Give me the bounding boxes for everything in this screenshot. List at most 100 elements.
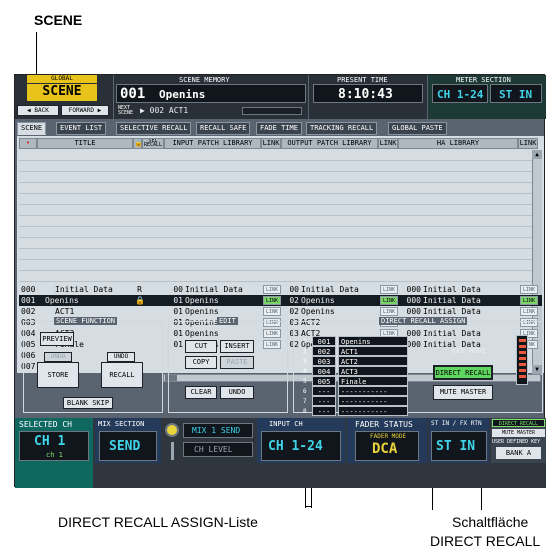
assign-scene-number[interactable]: 001 <box>312 336 336 346</box>
scene-row[interactable]: 000 Initial Data R 00 Initial Data 00 Initial … <box>19 284 542 295</box>
col-input-link-header: LINK <box>261 138 281 149</box>
mix-section-box: MIX SECTION SEND <box>95 418 161 463</box>
scene-memory-label: SCENE MEMORY <box>179 76 230 84</box>
direct-recall-assign-entry[interactable]: 8 --- ----------- <box>303 406 423 417</box>
meter-st-button[interactable]: ST IN <box>490 84 542 103</box>
scene-row[interactable]: 001 Openins 🔒 01 Openins 02 Openins 000 Initial … <box>19 295 542 306</box>
mix-section-display[interactable]: SEND <box>99 431 157 461</box>
scene-row-ha-link[interactable]: LINK <box>520 307 538 316</box>
scene-row[interactable]: 002 ACT1 01 Openins 02 Openins 000 Initial Data… <box>19 306 542 317</box>
scene-row-ha-link[interactable]: LINK <box>520 285 538 294</box>
mix-send-knob-icon[interactable] <box>165 423 179 437</box>
bottom-status-bar: SELECTED CH CH 1 ch 1 MIX SECTION SEND M… <box>15 418 546 488</box>
scroll-up-arrow[interactable]: ▲ <box>532 150 542 159</box>
recall-button[interactable]: RECALL <box>101 362 143 388</box>
col-protect-header: 🔒 <box>133 138 142 149</box>
tab-recall-safe[interactable]: RECALL SAFE <box>196 122 251 135</box>
assign-scene-number[interactable]: --- <box>312 386 336 396</box>
assign-scene-name: ----------- <box>338 386 408 396</box>
fader-mode-display[interactable]: FADER MODE DCA <box>355 431 419 461</box>
undo-store-button[interactable]: UNDO <box>44 352 72 362</box>
clear-button[interactable]: CLEAR <box>185 386 217 399</box>
col-title-header: TITLE <box>37 138 133 149</box>
store-button[interactable]: STORE <box>37 362 79 388</box>
scene-row-protect <box>135 306 144 317</box>
col-output-patch-header: OUTPUT PATCH LIBRARY <box>281 138 378 149</box>
user-key-2[interactable]: MUTE MASTER <box>492 429 545 437</box>
scene-row-input-link[interactable]: LINK <box>263 296 281 305</box>
mute-master-button[interactable]: MUTE MASTER <box>433 385 493 400</box>
scene-row-input-link[interactable]: LINK <box>263 307 281 316</box>
assign-scene-number[interactable]: --- <box>312 406 336 416</box>
mix-section-label: MIX SECTION <box>98 420 145 428</box>
blank-skip-button[interactable]: BLANK SKIP <box>63 397 113 409</box>
direct-recall-button[interactable]: DIRECT RECALL <box>433 365 493 380</box>
scene-row-input-patch-name: Openins <box>185 307 219 316</box>
assign-scene-number[interactable]: --- <box>312 396 336 406</box>
scene-row-ha-link[interactable]: LINK <box>520 296 538 305</box>
present-time-label: PRESENT TIME <box>337 76 388 84</box>
undo-recall-button[interactable]: UNDO <box>107 352 135 362</box>
back-button[interactable]: ◀ BACK <box>17 105 59 116</box>
global-label: GLOBAL <box>27 75 97 83</box>
tab-tracking-recall[interactable]: TRACKING RECALL <box>306 122 378 135</box>
selected-ch-display[interactable]: CH 1 ch 1 <box>19 431 89 461</box>
st-fx-display[interactable]: ST IN <box>431 431 487 461</box>
assign-scene-name: Finale <box>338 376 408 386</box>
fader-mode-label: FADER MODE <box>370 433 407 440</box>
st-fx: ST IN <box>436 439 476 454</box>
annotation-dra-button-2: DIRECT RECALL <box>430 533 541 549</box>
assign-scene-number[interactable]: 005 <box>312 376 336 386</box>
scene-row-output-link[interactable]: LINK <box>380 296 398 305</box>
tab-scene[interactable]: SCENE <box>17 122 47 135</box>
scene-row-output-patch-number: 00 <box>289 285 299 294</box>
scene-memory-display: 001 Openins <box>116 84 306 103</box>
scene-row-ha-name: Initial Data <box>423 285 481 294</box>
next-scene-progress <box>242 107 302 115</box>
direct-recall-assign-list: 1 001 Openins 2 002 ACT1 3 003 ACT2 4 004 ACT3 5 005 F… <box>293 326 433 417</box>
undo-button[interactable]: UNDO <box>220 386 254 399</box>
tab-selective-recall[interactable]: SELECTIVE RECALL <box>116 122 192 135</box>
assign-scene-number[interactable]: 003 <box>312 356 336 366</box>
user-key-1[interactable]: DIRECT RECALL <box>492 419 545 427</box>
scene-row-output-patch-number: 02 <box>289 307 299 316</box>
fader-icon <box>171 442 174 460</box>
forward-button[interactable]: FORWARD ▶ <box>61 105 109 116</box>
paste-button[interactable]: PASTE <box>220 356 254 369</box>
assign-scene-number[interactable]: 002 <box>312 346 336 356</box>
key-mode-label: KEY MODE <box>452 347 486 355</box>
scene-row-output-patch-name: Openins <box>301 296 335 305</box>
fader-status-label: FADER STATUS <box>355 420 413 429</box>
selected-ch-box: SELECTED CH CH 1 ch 1 <box>15 418 93 488</box>
scene-row-output-link[interactable]: LINK <box>380 307 398 316</box>
st-fx-box: ST IN / FX RTN ST IN <box>429 418 489 463</box>
scene-row-title: Initial Data <box>55 285 113 294</box>
cut-button[interactable]: CUT <box>185 340 217 353</box>
scene-row-protect: R <box>137 285 142 294</box>
scene-row-input-link[interactable]: LINK <box>263 285 281 294</box>
ch-level-display: CH LEVEL <box>183 442 253 457</box>
scene-row-protect: 🔒 <box>135 296 144 305</box>
meter-ch-button[interactable]: CH 1-24 <box>432 84 488 103</box>
col-input-patch-header: INPUT PATCH LIBRARY <box>164 138 261 149</box>
selected-ch-sub: ch 1 <box>46 451 63 459</box>
next-scene: ▶ 002 ACT1 <box>140 106 189 115</box>
copy-button[interactable]: COPY <box>185 356 217 369</box>
tab-fade-time[interactable]: FADE TIME <box>256 122 302 135</box>
scene-label[interactable]: SCENE <box>27 84 97 101</box>
key-indicator-strip <box>516 335 528 385</box>
user-key-bank[interactable]: BANK A <box>496 447 541 459</box>
ch-level: CH LEVEL <box>194 445 233 454</box>
edit-label: EDIT <box>217 317 238 325</box>
assign-scene-name: ACT2 <box>338 356 408 366</box>
present-time: 8:10:43 <box>338 87 393 102</box>
insert-button[interactable]: INSERT <box>220 340 254 353</box>
scene-row-ha-number: 000 <box>406 296 421 305</box>
scene-row-output-link[interactable]: LINK <box>380 285 398 294</box>
tab-event-list[interactable]: EVENT LIST <box>56 122 107 135</box>
tab-global-paste[interactable]: GLOBAL PASTE <box>388 122 447 135</box>
input-ch-label: INPUT CH <box>269 420 303 428</box>
preview-button[interactable]: PREVIEW <box>40 332 74 346</box>
assign-scene-number[interactable]: 004 <box>312 366 336 376</box>
input-ch-display[interactable]: CH 1-24 <box>261 431 341 461</box>
